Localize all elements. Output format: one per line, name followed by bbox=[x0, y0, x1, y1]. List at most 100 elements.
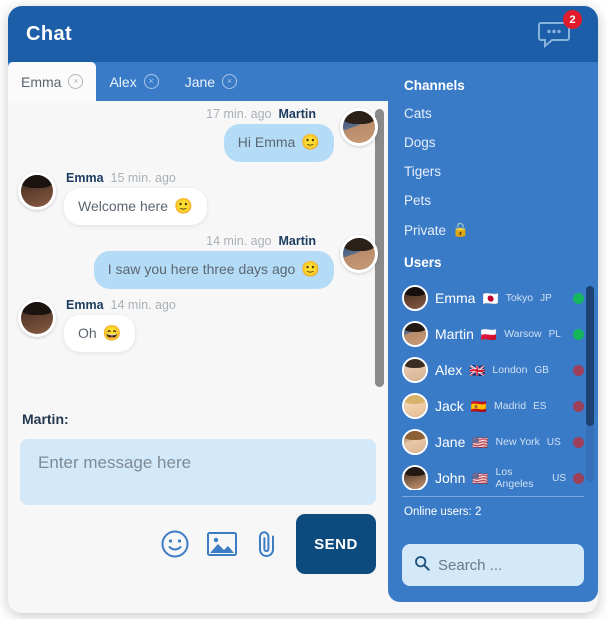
user-name: Alex bbox=[435, 362, 463, 378]
users-list: Emma 🇯🇵 Tokyo JP Martin 🇵🇱 Warsow PL Ale… bbox=[388, 280, 598, 490]
list-item[interactable]: Jack 🇪🇸 Madrid ES bbox=[388, 388, 598, 424]
flag-icon: 🇯🇵 bbox=[482, 290, 499, 306]
channel-label: Private bbox=[404, 222, 447, 238]
message-time: 15 min. ago bbox=[110, 170, 176, 185]
message-time: 14 min. ago bbox=[110, 297, 176, 312]
message-author: Emma bbox=[66, 297, 104, 312]
tab-label: Emma bbox=[21, 73, 62, 90]
message-bubble: Oh 😄 bbox=[64, 314, 136, 352]
tab-close-icon[interactable]: × bbox=[222, 74, 238, 89]
tab-strip: Emma × Alex × Jane × bbox=[8, 62, 388, 101]
user-country-code: GB bbox=[534, 364, 549, 376]
message-item: Emma 15 min. ago Welcome here 🙂 bbox=[18, 171, 378, 225]
users-scrollbar-thumb[interactable] bbox=[586, 286, 594, 426]
sidebar-item-tigers[interactable]: Tigers bbox=[388, 157, 598, 186]
list-item[interactable]: Martin 🇵🇱 Warsow PL bbox=[388, 316, 598, 352]
message-author: Martin bbox=[278, 107, 317, 121]
avatar bbox=[402, 321, 428, 347]
tab-emma[interactable]: Emma × bbox=[8, 62, 97, 101]
avatar bbox=[402, 465, 428, 490]
flag-icon: 🇪🇸 bbox=[470, 398, 487, 414]
status-badge bbox=[573, 436, 584, 448]
user-city: New York bbox=[495, 436, 540, 448]
message-meta: 14 min. ago Martin bbox=[18, 234, 378, 248]
smiley-icon[interactable] bbox=[160, 529, 190, 559]
message-author: Martin bbox=[278, 234, 317, 248]
status-badge bbox=[573, 472, 584, 484]
sidebar-item-pets[interactable]: Pets bbox=[388, 186, 598, 215]
tab-jane[interactable]: Jane × bbox=[172, 62, 250, 101]
tab-close-icon[interactable]: × bbox=[68, 74, 84, 89]
user-name: Jane bbox=[435, 434, 466, 450]
composer-box[interactable] bbox=[20, 439, 376, 505]
list-item[interactable]: Alex 🇬🇧 London GB bbox=[388, 352, 598, 388]
channels-heading: Channels bbox=[404, 78, 465, 93]
avatar bbox=[18, 298, 56, 337]
lock-icon: 🔒 bbox=[452, 222, 469, 237]
user-name: John bbox=[435, 470, 466, 486]
message-meta: Emma 15 min. ago bbox=[18, 171, 378, 185]
image-icon[interactable] bbox=[206, 530, 238, 558]
avatar bbox=[340, 108, 378, 146]
notification-badge: 2 bbox=[563, 10, 582, 29]
channel-label: Pets bbox=[404, 193, 432, 208]
smiley-emoji-icon: 🙂 bbox=[301, 134, 320, 152]
page-title: Chat bbox=[26, 22, 73, 45]
chat-app-window: Chat 2 Emma × Alex × Jane × 17 min. ago … bbox=[8, 6, 598, 613]
avatar bbox=[340, 235, 378, 273]
list-item[interactable]: John 🇺🇸 Los Angeles US bbox=[388, 460, 598, 490]
flag-icon: 🇵🇱 bbox=[480, 326, 498, 342]
user-country-code: US bbox=[552, 472, 566, 484]
list-item[interactable]: Jane 🇺🇸 New York US bbox=[388, 424, 598, 460]
smiley-emoji-icon: 🙂 bbox=[301, 261, 320, 279]
right-sidebar: Channels Cats Dogs Tigers Pets Private 🔒… bbox=[388, 62, 598, 602]
search-input[interactable] bbox=[438, 556, 568, 574]
search-icon bbox=[414, 555, 430, 576]
sidebar-item-cats[interactable]: Cats bbox=[388, 99, 598, 128]
avatar bbox=[402, 393, 428, 419]
smiley-emoji-icon: 🙂 bbox=[174, 197, 193, 215]
avatar bbox=[402, 285, 428, 311]
user-country-code: ES bbox=[533, 400, 547, 412]
user-country-code: PL bbox=[548, 328, 561, 340]
message-meta: Emma 14 min. ago bbox=[18, 298, 378, 312]
composer-actions: SEND bbox=[20, 513, 376, 575]
channel-label: Dogs bbox=[404, 135, 436, 150]
message-item: Emma 14 min. ago Oh 😄 bbox=[18, 298, 378, 352]
channel-label: Tigers bbox=[404, 164, 442, 179]
user-city: Los Angeles bbox=[495, 466, 534, 490]
notifications-button[interactable]: 2 bbox=[536, 10, 582, 52]
user-city: Madrid bbox=[493, 400, 527, 412]
user-name: Jack bbox=[435, 398, 464, 414]
chat-panel: 17 min. ago Martin Hi Emma 🙂 Emma 15 min… bbox=[8, 101, 388, 613]
send-button[interactable]: SEND bbox=[296, 514, 376, 574]
message-input[interactable] bbox=[38, 453, 358, 473]
search-box[interactable] bbox=[402, 544, 584, 586]
status-badge bbox=[573, 292, 584, 304]
status-badge bbox=[573, 400, 584, 412]
message-time: 17 min. ago bbox=[206, 107, 272, 121]
tab-alex[interactable]: Alex × bbox=[96, 62, 171, 101]
app-header: Chat 2 bbox=[8, 6, 598, 62]
message-time: 14 min. ago bbox=[206, 234, 272, 248]
flag-icon: 🇬🇧 bbox=[469, 362, 486, 378]
tab-close-icon[interactable]: × bbox=[143, 74, 159, 89]
avatar bbox=[402, 429, 428, 455]
message-bubble: Hi Emma 🙂 bbox=[223, 124, 334, 162]
online-users-count: Online users: 2 bbox=[404, 506, 482, 518]
message-text: Hi Emma bbox=[237, 134, 296, 150]
user-name: Martin bbox=[435, 326, 474, 342]
tab-label: Alex bbox=[109, 73, 137, 90]
grinning-emoji-icon: 😄 bbox=[102, 324, 122, 342]
user-city: Warsow bbox=[504, 328, 542, 340]
sidebar-item-private[interactable]: Private 🔒 bbox=[388, 215, 598, 245]
message-item: 14 min. ago Martin I saw you here three … bbox=[18, 234, 378, 289]
sidebar-item-dogs[interactable]: Dogs bbox=[388, 128, 598, 157]
list-item[interactable]: Emma 🇯🇵 Tokyo JP bbox=[388, 280, 598, 316]
message-author: Emma bbox=[66, 170, 104, 185]
tab-label: Jane bbox=[184, 73, 216, 90]
message-list: 17 min. ago Martin Hi Emma 🙂 Emma 15 min… bbox=[8, 101, 388, 406]
paperclip-icon[interactable] bbox=[254, 529, 280, 559]
message-text: Oh bbox=[78, 324, 97, 341]
message-bubble: Welcome here 🙂 bbox=[64, 187, 207, 225]
